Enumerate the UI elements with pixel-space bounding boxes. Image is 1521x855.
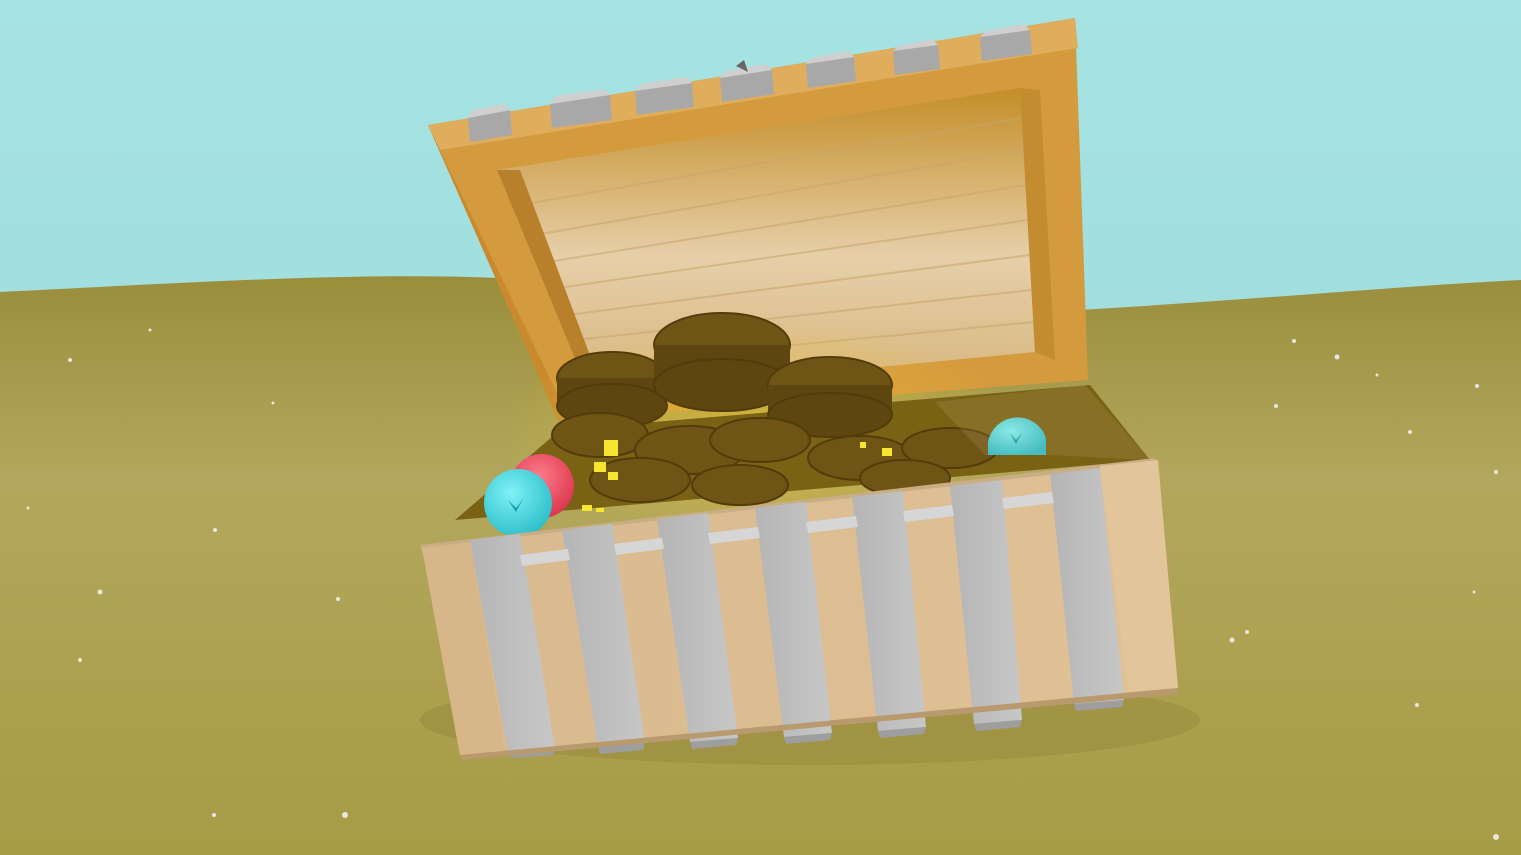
scene-canvas [0,0,1521,855]
game-viewport [0,0,1521,855]
cyan-gem-left [484,469,552,537]
